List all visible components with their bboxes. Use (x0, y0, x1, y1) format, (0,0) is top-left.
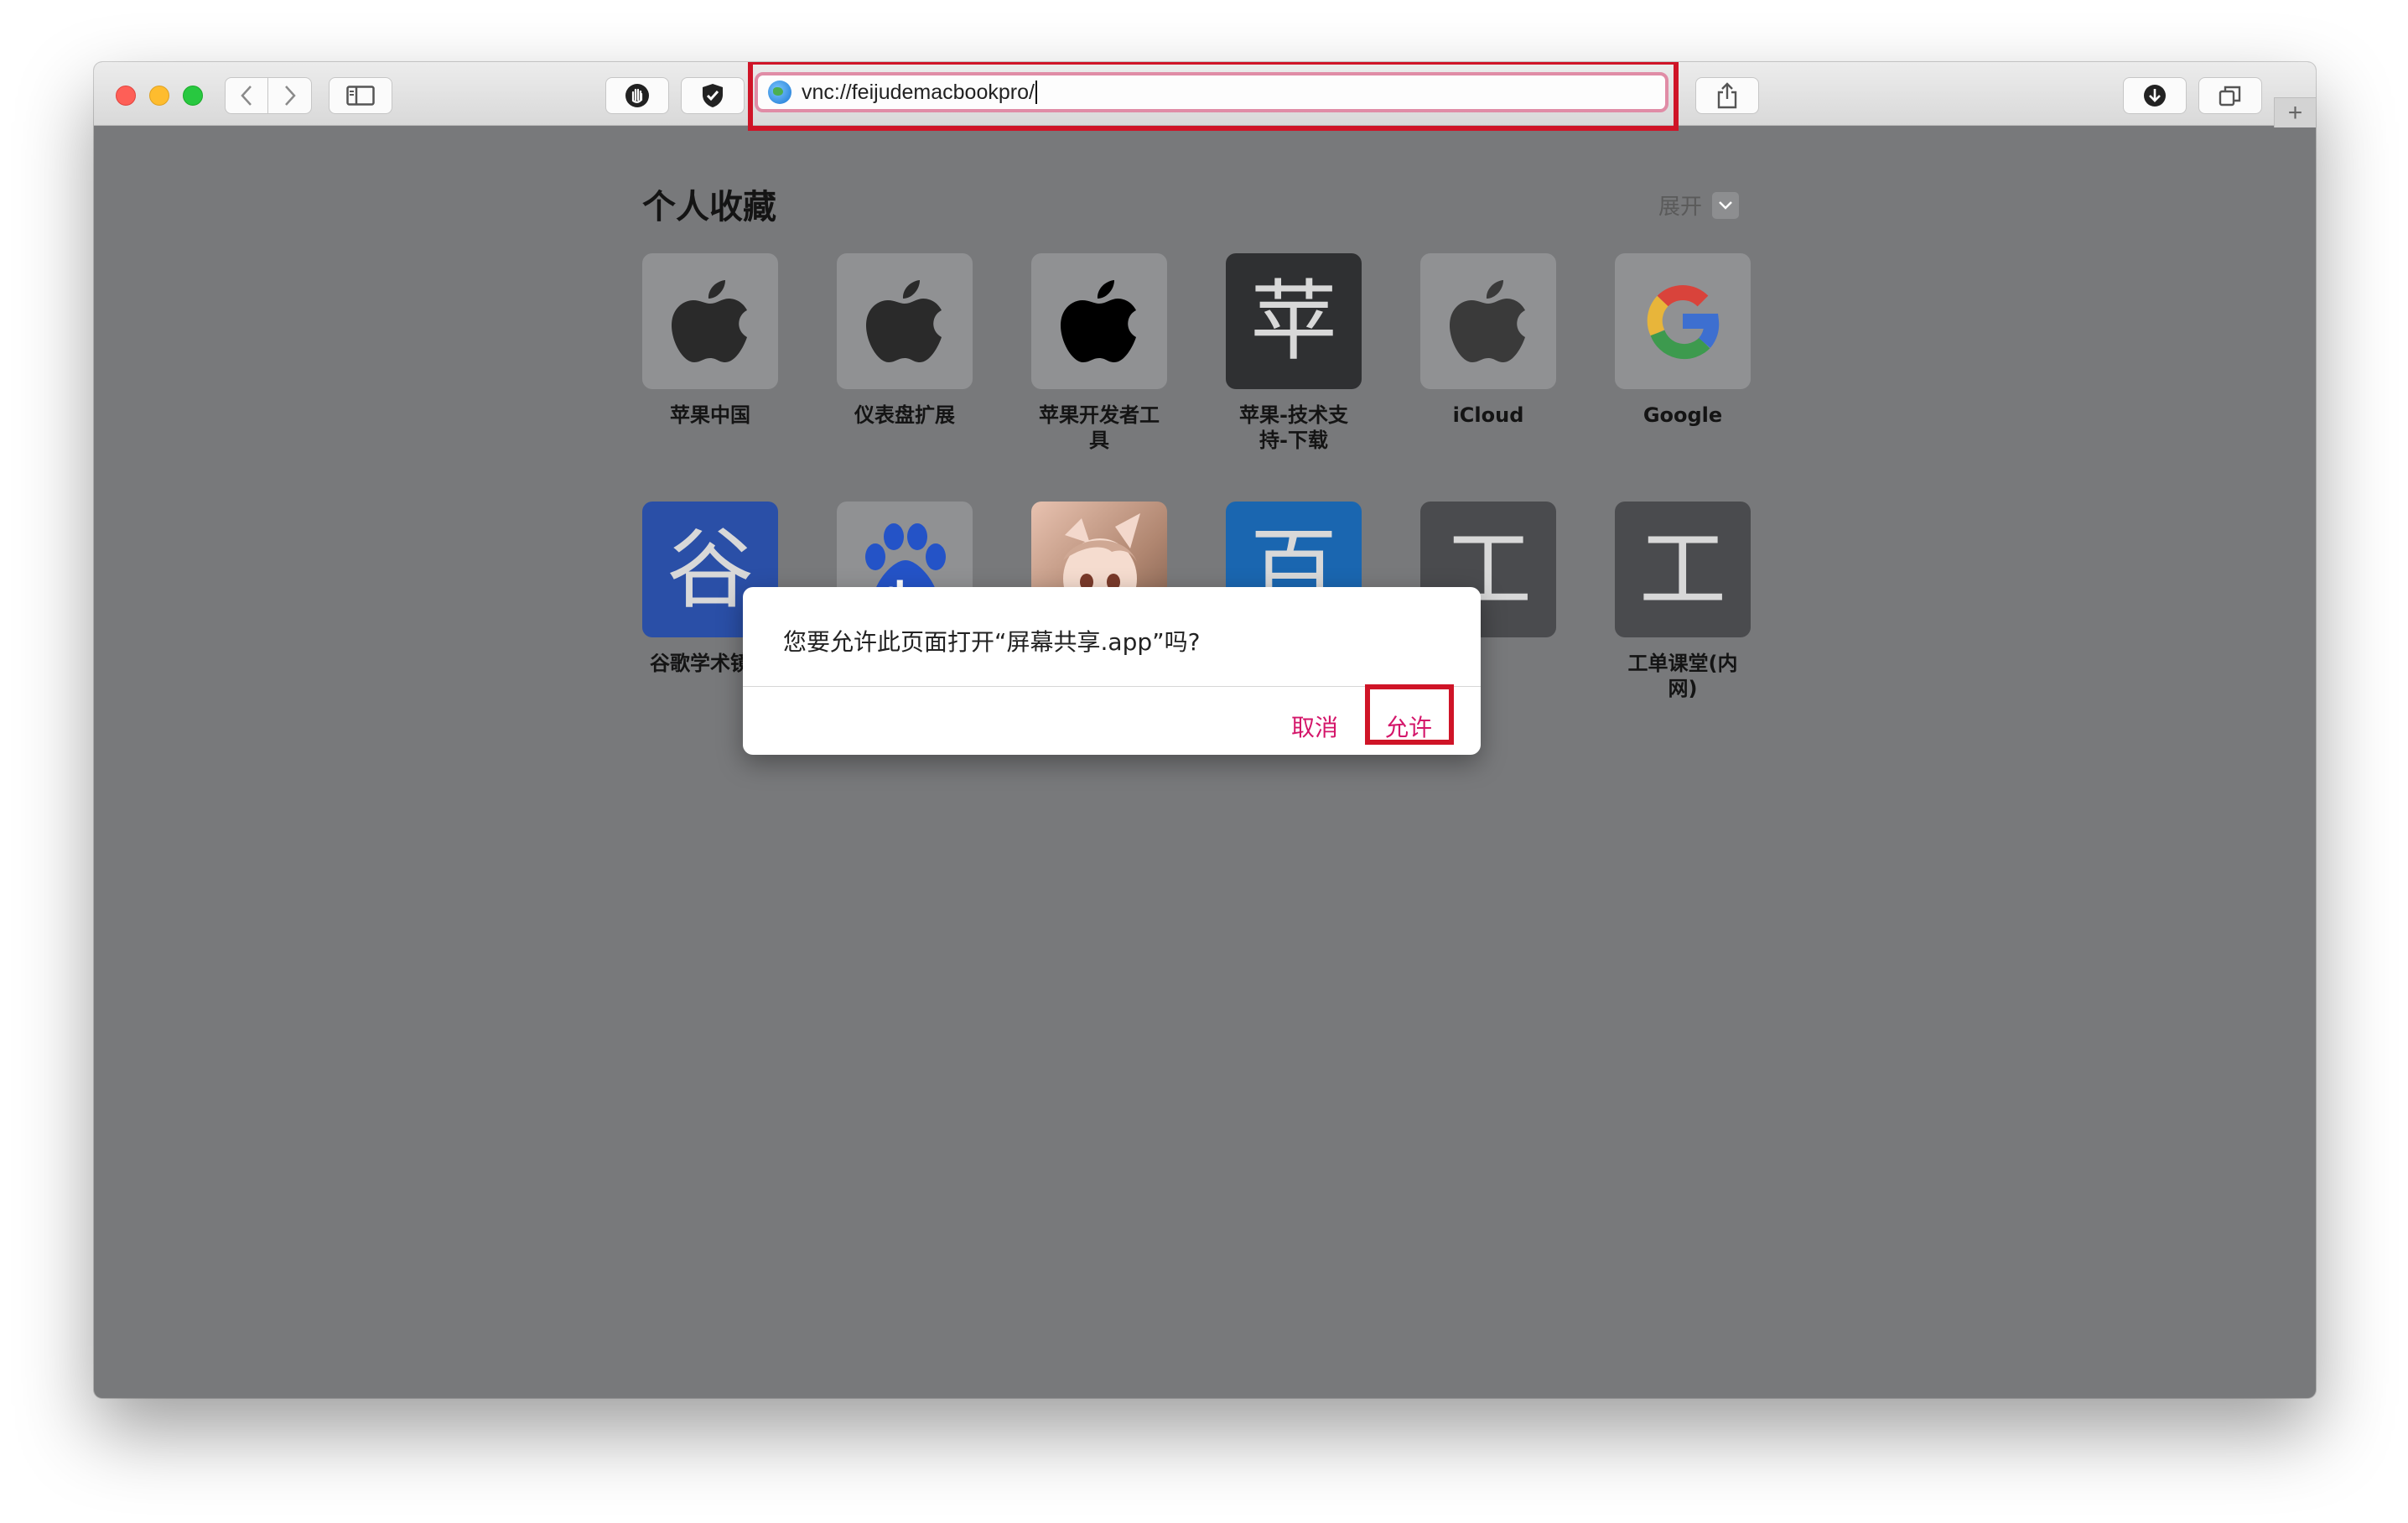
shield-extension-button[interactable] (681, 77, 745, 114)
cancel-button[interactable]: 取消 (1291, 710, 1338, 743)
allow-highlight-box (1365, 684, 1454, 745)
letter-tile-icon: 工 (1615, 502, 1751, 637)
tile-glyph: 谷 (666, 518, 754, 621)
favorite-label: 仪表盘扩展 (854, 403, 955, 427)
apple-logo-icon (837, 253, 973, 389)
favorite-tile[interactable]: iCloud (1420, 253, 1556, 428)
favorite-tile[interactable]: 仪表盘扩展 (837, 253, 973, 428)
apple-logo-icon (642, 253, 778, 389)
forward-button[interactable] (268, 78, 311, 113)
downloads-button[interactable] (2123, 77, 2187, 114)
favorite-tile[interactable]: Google (1615, 253, 1751, 428)
google-g-icon (1615, 253, 1751, 389)
close-window-button[interactable] (116, 86, 136, 106)
favorite-label: iCloud (1452, 403, 1524, 427)
favorite-label: 苹果开发者工具 (1039, 403, 1160, 452)
hand-extension-button[interactable] (605, 77, 669, 114)
favorite-tile[interactable]: 苹果开发者工具 (1031, 253, 1167, 453)
apple-logo-icon (1420, 253, 1556, 389)
address-bar[interactable]: vnc://feijudemacbookpro/ (755, 72, 1668, 112)
favorite-label: 苹果-技术支持-下载 (1239, 403, 1348, 452)
shield-check-icon (703, 84, 723, 107)
share-icon (1717, 82, 1737, 109)
favorite-label: 工单课堂(内网) (1627, 652, 1738, 700)
tabs-icon (2219, 86, 2241, 107)
chevron-down-icon (1712, 191, 1740, 219)
tile-glyph: 工 (1638, 518, 1726, 621)
chevron-left-icon (241, 86, 252, 106)
favorites-title: 个人收藏 (642, 188, 776, 226)
sidebar-button[interactable] (329, 77, 392, 114)
apple-logo-icon (1031, 253, 1167, 389)
tab-overview-button[interactable] (2198, 77, 2262, 114)
globe-icon (768, 81, 791, 104)
hand-icon (625, 84, 649, 107)
dialog-message: 您要允许此页面打开“屏幕共享.app”吗? (783, 628, 1201, 656)
letter-tile-icon: 苹 (1226, 253, 1362, 389)
back-button[interactable] (226, 78, 269, 113)
text-caret (1035, 81, 1037, 104)
expand-toggle[interactable]: 展开 (1658, 190, 1740, 221)
sidebar-icon (346, 86, 375, 106)
expand-label: 展开 (1658, 195, 1703, 220)
new-tab-button[interactable]: + (2274, 97, 2316, 127)
plus-icon: + (2287, 98, 2303, 127)
favorite-label: Google (1643, 403, 1723, 427)
toolbar: vnc://feijudemacbookpro/ + (94, 62, 2316, 131)
minimize-window-button[interactable] (149, 86, 169, 106)
favorite-label: 苹果中国 (670, 403, 750, 427)
favorite-tile[interactable]: 苹果中国 (642, 253, 778, 428)
favorite-tile[interactable]: 苹 苹果-技术支持-下载 (1226, 253, 1362, 453)
address-text: vnc://feijudemacbookpro/ (802, 80, 1035, 104)
chevron-right-icon (284, 86, 296, 106)
download-icon (2144, 85, 2166, 107)
favorite-tile[interactable]: 工 工单课堂(内网) (1615, 502, 1751, 701)
share-button[interactable] (1695, 77, 1759, 114)
nav-button-group (225, 77, 312, 114)
zoom-window-button[interactable] (183, 86, 203, 106)
tile-glyph: 苹 (1249, 270, 1337, 372)
